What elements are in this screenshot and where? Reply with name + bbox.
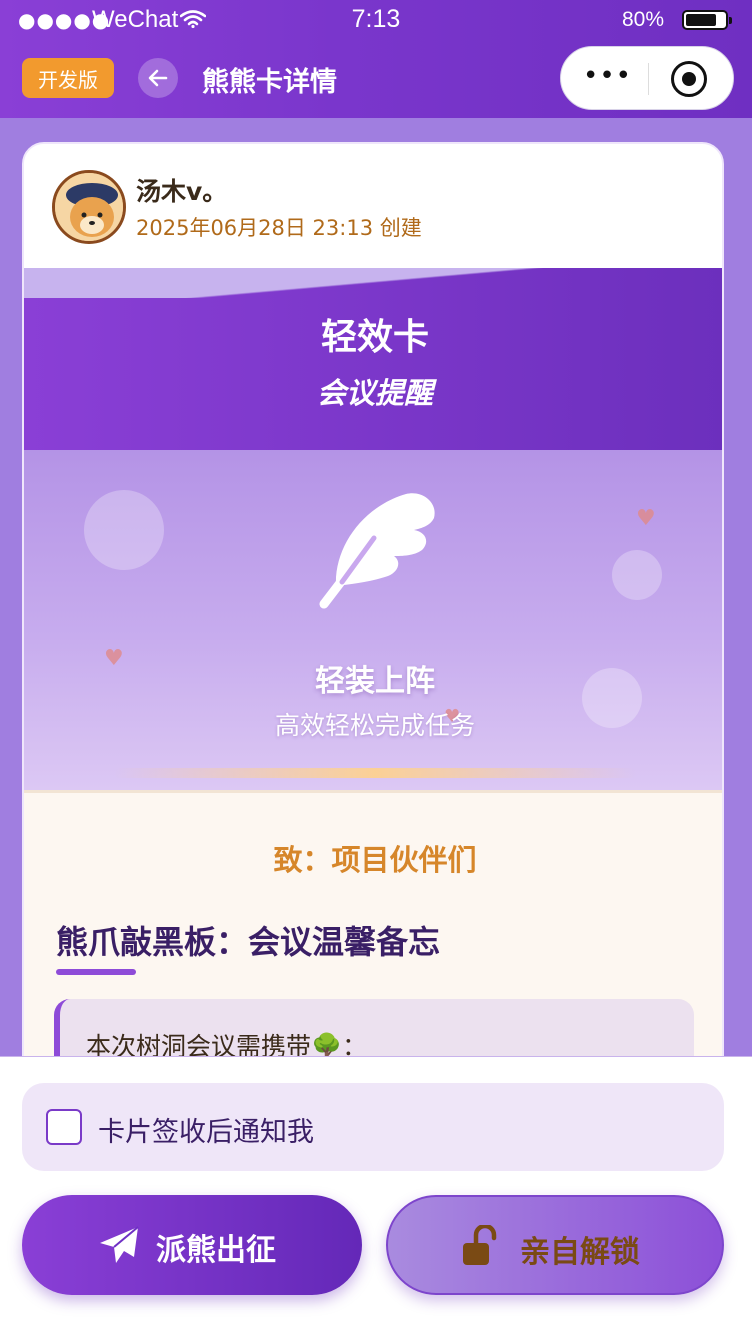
card-banner: 轻效卡 会议提醒 bbox=[24, 268, 722, 450]
arrow-left-icon bbox=[148, 69, 168, 87]
battery-icon bbox=[682, 10, 732, 30]
card-type-subtitle: 会议提醒 bbox=[316, 376, 433, 410]
self-unlock-button[interactable]: 亲自解锁 bbox=[386, 1195, 724, 1295]
battery-fill bbox=[686, 14, 716, 26]
notify-label: 卡片签收后通知我 bbox=[98, 1117, 314, 1148]
hero-subtitle: 高效轻松完成任务 bbox=[274, 711, 475, 740]
avatar[interactable] bbox=[52, 170, 126, 244]
bear-card: 汤木v。 2025年06月28日 23:13 创建 轻效卡 会议提醒 ♥ ♥ ♥… bbox=[22, 142, 724, 1082]
battery-percent: 80% bbox=[622, 8, 665, 31]
title-underline bbox=[56, 969, 136, 975]
dog-avatar-image bbox=[55, 173, 123, 241]
more-button[interactable]: ••• bbox=[583, 61, 632, 91]
self-unlock-label: 亲自解锁 bbox=[520, 1235, 640, 1270]
notify-checkbox[interactable] bbox=[46, 1109, 82, 1145]
banner-decoration bbox=[24, 268, 722, 298]
card-content: 致：项目伙伴们 熊爪敲黑板：会议温馨备忘 本次树洞会议需携带🌳： bbox=[24, 790, 722, 1080]
status-bar: ●●●●● WeChat 7:13 80% bbox=[0, 0, 752, 40]
card-type-title: 轻效卡 bbox=[320, 317, 429, 358]
back-button[interactable] bbox=[138, 58, 178, 98]
paper-plane-icon bbox=[100, 1226, 139, 1263]
dev-version-badge: 开发版 bbox=[22, 58, 114, 98]
decor-bubble bbox=[84, 490, 164, 570]
battery-nub bbox=[729, 17, 732, 24]
miniprogram-capsule: ••• bbox=[560, 46, 734, 110]
heart-icon: ♥ bbox=[636, 506, 656, 531]
page-title: 熊熊卡详情 bbox=[202, 67, 337, 98]
glow-line bbox=[114, 768, 636, 778]
unlock-icon bbox=[463, 1225, 497, 1265]
capsule-divider bbox=[648, 63, 649, 95]
created-date: 2025年06月28日 23:13 创建 bbox=[136, 216, 422, 240]
greeting-text: 致：项目伙伴们 bbox=[273, 843, 477, 877]
top-bar: ●●●●● WeChat 7:13 80% 开发版 熊熊卡详情 ••• bbox=[0, 0, 752, 118]
card-hero: ♥ ♥ ♥ 轻装上阵 高效轻松完成任务 bbox=[24, 450, 722, 790]
hero-title: 轻装上阵 bbox=[315, 664, 435, 699]
send-bear-label: 派熊出征 bbox=[156, 1233, 276, 1268]
decor-bubble bbox=[612, 550, 662, 600]
target-icon[interactable] bbox=[671, 61, 707, 97]
notify-option[interactable]: 卡片签收后通知我 bbox=[22, 1083, 724, 1171]
feather-icon bbox=[319, 493, 435, 609]
author-name: 汤木v。 bbox=[136, 177, 228, 206]
bottom-action-panel: 卡片签收后通知我 派熊出征 亲自解锁 bbox=[0, 1056, 752, 1332]
content-title: 熊爪敲黑板：会议温馨备忘 bbox=[56, 923, 441, 961]
author-header: 汤木v。 2025年06月28日 23:13 创建 bbox=[24, 144, 722, 268]
send-bear-button[interactable]: 派熊出征 bbox=[22, 1195, 362, 1295]
